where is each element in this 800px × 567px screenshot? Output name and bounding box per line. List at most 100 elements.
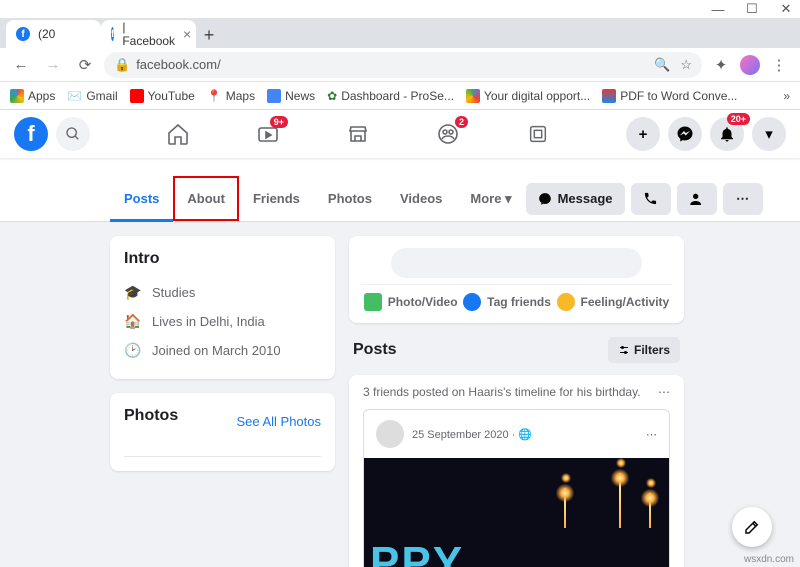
messenger-icon — [676, 125, 694, 143]
extensions-icon[interactable]: ✦ — [708, 52, 734, 78]
post-composer[interactable]: Photo/Video Tag friends Feeling/Activity — [349, 236, 684, 323]
posts-heading: Posts — [353, 341, 397, 359]
clock-icon: 🕑 — [124, 342, 142, 359]
browser-tab-active[interactable]: f | Facebook × — [101, 20, 196, 48]
call-button[interactable] — [631, 183, 671, 215]
groups-badge: 2 — [455, 116, 468, 128]
facebook-header-right: + 20+ ▾ — [626, 117, 786, 151]
new-tab-button[interactable]: + — [196, 22, 222, 48]
post-card: 3 friends posted on Haaris's timeline fo… — [349, 375, 684, 567]
home-icon: 🏠 — [124, 313, 142, 330]
bookmarks-bar: Apps ✉️Gmail YouTube 📍Maps News ✿Dashboa… — [0, 82, 800, 110]
bookmarks-overflow-icon[interactable]: » — [783, 89, 790, 103]
nav-groups[interactable]: 2 — [428, 114, 468, 154]
post-subheader: 25 September 2020 · 🌐 ⋯ — [364, 410, 669, 458]
facebook-header: f 9+ 2 + 20+ ▾ — [0, 110, 800, 158]
photos-card: Photos See All Photos — [110, 393, 335, 471]
close-tab-icon[interactable]: × — [183, 26, 191, 42]
tab-friends[interactable]: Friends — [239, 176, 314, 221]
intro-studies: 🎓 Studies — [124, 278, 321, 307]
right-column: Photo/Video Tag friends Feeling/Activity… — [349, 236, 684, 567]
globe-icon: 🌐 — [518, 429, 532, 441]
tab-title: | Facebook — [122, 20, 175, 48]
composer-tag-friends[interactable]: Tag friends — [463, 293, 551, 311]
notifications-button[interactable]: 20+ — [710, 117, 744, 151]
sliders-icon — [618, 344, 630, 356]
bookmark-star-icon[interactable]: ☆ — [680, 57, 692, 73]
minimize-button[interactable]: — — [710, 2, 726, 17]
intro-card: Intro 🎓 Studies 🏠 Lives in Delhi, India … — [110, 236, 335, 379]
profile-more-button[interactable]: ⋯ — [723, 183, 763, 215]
maps-bookmark[interactable]: 📍Maps — [207, 89, 255, 103]
dashboard-bookmark[interactable]: ✿Dashboard - ProSe... — [327, 89, 454, 103]
post-media[interactable]: PPY — [364, 458, 669, 567]
gaming-icon — [527, 123, 549, 145]
reload-button[interactable]: ⟳ — [72, 52, 98, 78]
photos-grid-placeholder — [124, 451, 321, 457]
account-menu-button[interactable]: ▾ — [752, 117, 786, 151]
browser-tabstrip: f (20 f | Facebook × + — [0, 18, 800, 48]
post-author-avatar[interactable] — [376, 420, 404, 448]
watch-badge: 9+ — [270, 116, 288, 128]
person-check-icon — [689, 191, 705, 207]
tag-icon — [463, 293, 481, 311]
post-menu-icon[interactable]: ⋯ — [646, 428, 657, 441]
search-in-page-icon[interactable]: 🔍 — [654, 57, 670, 73]
browser-menu-icon[interactable]: ⋮ — [766, 52, 792, 78]
facebook-favicon-icon: f — [16, 27, 30, 41]
tab-videos[interactable]: Videos — [386, 176, 456, 221]
see-all-photos-link[interactable]: See All Photos — [236, 414, 321, 429]
search-icon — [65, 126, 81, 142]
profile-tabs-row: Posts About Friends Photos Videos More ▾… — [0, 176, 800, 222]
close-window-button[interactable]: ✕ — [778, 1, 794, 17]
home-icon — [166, 122, 190, 146]
maximize-button[interactable]: ☐ — [744, 1, 760, 17]
composer-input[interactable] — [391, 248, 642, 278]
profile-body: Intro 🎓 Studies 🏠 Lives in Delhi, India … — [0, 222, 800, 567]
photo-icon — [364, 293, 382, 311]
tab-about[interactable]: About — [173, 176, 239, 221]
watermark: wsxdn.com — [744, 554, 794, 565]
friend-status-button[interactable] — [677, 183, 717, 215]
tab-more[interactable]: More ▾ — [456, 176, 525, 221]
filters-button[interactable]: Filters — [608, 337, 680, 363]
news-bookmark[interactable]: News — [267, 89, 315, 103]
youtube-bookmark[interactable]: YouTube — [130, 89, 195, 103]
nav-marketplace[interactable] — [338, 114, 378, 154]
digital-bookmark[interactable]: Your digital opport... — [466, 89, 590, 103]
intro-joined: 🕑 Joined on March 2010 — [124, 336, 321, 365]
messenger-icon — [538, 192, 552, 206]
edit-fab[interactable] — [732, 507, 772, 547]
leaf-icon: ✿ — [327, 89, 337, 103]
apps-bookmark[interactable]: Apps — [10, 89, 55, 103]
browser-tab[interactable]: f (20 — [6, 20, 101, 48]
back-button[interactable]: ← — [8, 52, 34, 78]
post-feed-summary: 3 friends posted on Haaris's timeline fo… — [349, 375, 684, 409]
gmail-bookmark[interactable]: ✉️Gmail — [67, 89, 117, 103]
posts-header: Posts Filters — [349, 335, 684, 363]
nav-watch[interactable]: 9+ — [248, 114, 288, 154]
url-text: facebook.com/ — [136, 57, 221, 72]
composer-actions: Photo/Video Tag friends Feeling/Activity — [361, 284, 672, 311]
tab-photos[interactable]: Photos — [314, 176, 386, 221]
address-bar[interactable]: 🔒 facebook.com/ 🔍 ☆ — [104, 52, 702, 78]
composer-photo-video[interactable]: Photo/Video — [364, 293, 458, 311]
facebook-logo[interactable]: f — [14, 117, 48, 151]
message-button[interactable]: Message — [526, 183, 625, 215]
tab-posts[interactable]: Posts — [110, 176, 173, 221]
post-summary-menu-icon[interactable]: ⋯ — [658, 385, 670, 399]
facebook-search-button[interactable] — [56, 117, 90, 151]
intro-heading: Intro — [124, 250, 321, 268]
feeling-icon — [557, 293, 575, 311]
nav-home[interactable] — [158, 114, 198, 154]
profile-avatar-icon[interactable] — [740, 55, 760, 75]
store-icon — [346, 122, 370, 146]
create-button[interactable]: + — [626, 117, 660, 151]
lock-icon: 🔒 — [114, 57, 130, 73]
messenger-button[interactable] — [668, 117, 702, 151]
photos-heading: Photos — [124, 407, 178, 425]
nav-gaming[interactable] — [518, 114, 558, 154]
forward-button[interactable]: → — [40, 52, 66, 78]
composer-feeling[interactable]: Feeling/Activity — [557, 293, 670, 311]
pdf-bookmark[interactable]: PDF to Word Conve... — [602, 89, 737, 103]
